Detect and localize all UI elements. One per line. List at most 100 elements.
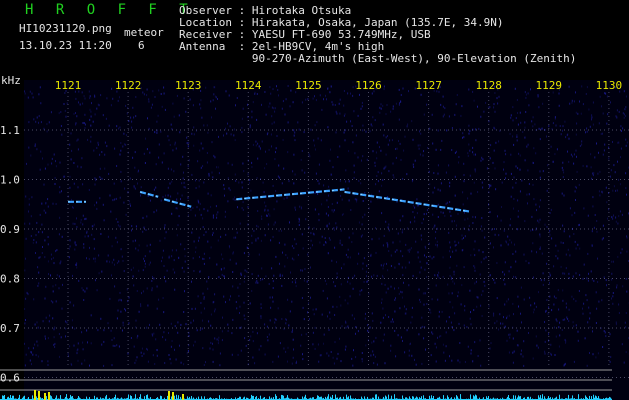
noise-speck [218, 336, 220, 339]
noise-speck [59, 186, 61, 189]
noise-speck [269, 296, 271, 299]
noise-speck [173, 170, 175, 173]
noise-speck [235, 179, 237, 182]
noise-speck [55, 160, 56, 163]
noise-speck [304, 171, 306, 174]
noise-speck [402, 255, 404, 258]
noise-speck [562, 272, 564, 275]
noise-speck [357, 330, 359, 333]
noise-speck [264, 234, 266, 237]
noise-speck [55, 284, 57, 287]
noise-speck [455, 249, 457, 252]
noise-speck [275, 151, 276, 154]
noise-speck [80, 166, 82, 169]
noise-speck [426, 212, 427, 215]
level-bar [386, 396, 387, 400]
noise-speck [312, 97, 314, 100]
noise-speck [591, 177, 593, 180]
noise-speck [363, 281, 365, 283]
level-bar [140, 394, 141, 400]
y-tick-label: 0.7 [0, 322, 20, 335]
noise-speck [440, 335, 442, 337]
noise-speck [254, 362, 256, 365]
noise-speck [587, 252, 589, 255]
noise-speck [461, 105, 463, 108]
noise-speck [557, 257, 559, 260]
noise-speck [442, 275, 444, 278]
noise-speck [38, 271, 40, 274]
noise-speck [536, 344, 538, 347]
noise-speck [376, 141, 378, 144]
noise-speck [82, 122, 84, 124]
noise-speck [385, 113, 387, 116]
noise-speck [503, 168, 504, 171]
noise-speck [272, 88, 274, 91]
noise-speck [125, 309, 126, 312]
noise-speck [144, 265, 146, 268]
noise-speck [515, 260, 517, 263]
noise-speck [597, 257, 598, 260]
noise-speck [25, 237, 27, 240]
noise-speck [169, 182, 171, 185]
noise-speck [78, 101, 79, 104]
noise-speck [288, 180, 290, 183]
noise-speck [210, 194, 212, 197]
noise-speck [612, 292, 614, 294]
noise-speck [517, 112, 518, 114]
noise-speck [285, 350, 287, 353]
noise-speck [347, 280, 349, 283]
noise-speck [199, 202, 201, 205]
noise-speck [315, 99, 317, 102]
noise-speck [336, 272, 338, 275]
noise-speck [195, 246, 197, 249]
noise-speck [365, 270, 367, 273]
noise-speck [381, 184, 383, 187]
noise-speck [241, 207, 243, 209]
noise-speck [254, 93, 256, 95]
noise-speck [463, 324, 465, 327]
noise-speck [310, 239, 312, 242]
noise-speck [423, 150, 424, 153]
noise-speck [597, 281, 599, 283]
noise-speck [249, 124, 251, 127]
noise-speck [463, 136, 465, 138]
noise-speck [287, 151, 289, 154]
noise-speck [437, 129, 439, 132]
noise-speck [82, 183, 84, 186]
noise-speck [165, 338, 167, 341]
noise-speck [332, 305, 334, 308]
noise-speck [542, 283, 544, 286]
noise-speck [53, 262, 55, 265]
noise-speck [384, 283, 386, 286]
level-bar [281, 394, 282, 400]
noise-speck [326, 352, 328, 355]
noise-speck [599, 170, 601, 173]
noise-speck [509, 132, 511, 135]
noise-speck [212, 214, 214, 217]
noise-speck [181, 266, 183, 269]
noise-speck [470, 349, 472, 352]
noise-speck [194, 214, 196, 217]
noise-speck [52, 290, 54, 293]
noise-speck [532, 162, 534, 164]
level-bar [447, 395, 448, 400]
noise-speck [200, 99, 202, 102]
noise-speck [278, 241, 280, 244]
noise-speck [56, 274, 58, 277]
noise-speck [475, 139, 477, 142]
noise-speck [453, 270, 455, 273]
noise-speck [420, 234, 422, 237]
noise-speck [462, 136, 463, 139]
noise-speck [443, 351, 445, 354]
noise-speck [625, 351, 627, 354]
noise-speck [611, 278, 613, 281]
noise-speck [256, 93, 258, 95]
noise-speck [47, 198, 49, 201]
noise-speck [388, 170, 390, 173]
noise-speck [111, 87, 113, 90]
noise-speck [153, 332, 155, 335]
noise-speck [233, 134, 235, 137]
noise-speck [612, 302, 614, 305]
noise-speck [174, 325, 176, 328]
noise-speck [412, 274, 414, 277]
